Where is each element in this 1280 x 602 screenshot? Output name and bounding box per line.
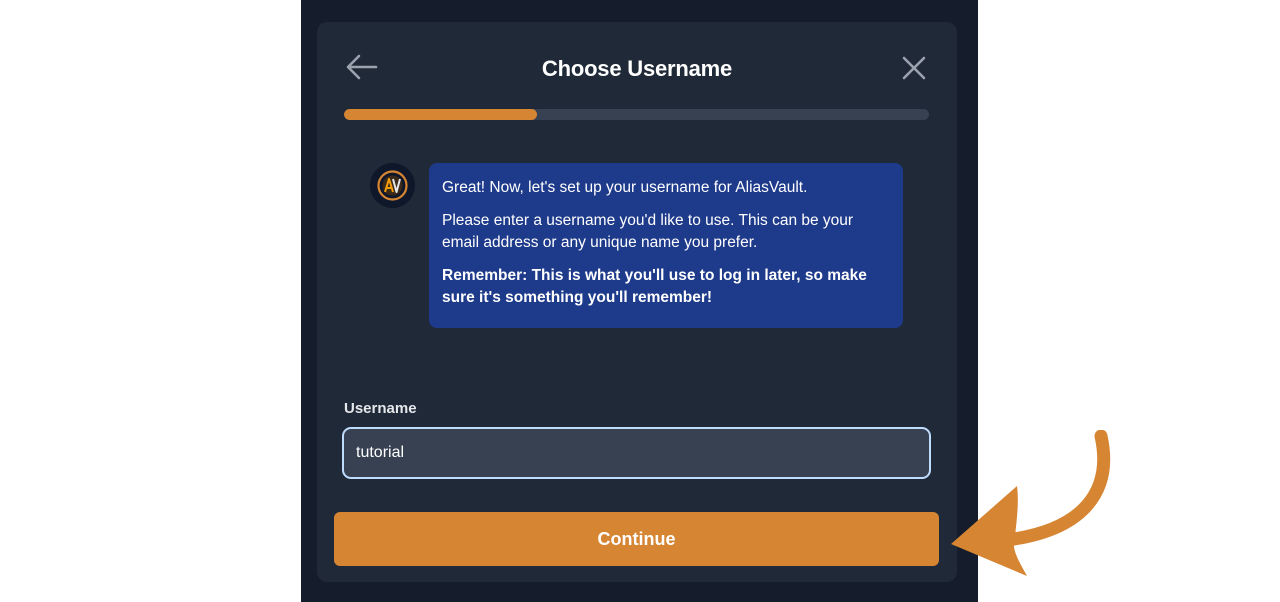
curved-arrow-icon: [951, 430, 1111, 576]
close-button[interactable]: [899, 53, 929, 83]
aliasvault-logo-icon: [370, 163, 415, 208]
message-intro: Great! Now, let's set up your username f…: [442, 179, 808, 196]
close-icon: [902, 56, 926, 80]
username-label: Username: [344, 400, 417, 417]
username-input[interactable]: [342, 427, 931, 479]
message-instructions: Please enter a username you'd like to us…: [442, 212, 854, 251]
progress-bar: [344, 109, 929, 120]
setup-dialog: Choose Username Great! Now, let's set up…: [317, 22, 957, 582]
avatar: [370, 163, 415, 208]
assistant-message-bubble: Great! Now, let's set up your username f…: [429, 163, 903, 328]
progress-bar-fill: [344, 109, 538, 120]
app-frame: Choose Username Great! Now, let's set up…: [301, 0, 978, 602]
continue-button[interactable]: Continue: [334, 512, 939, 566]
dialog-title: Choose Username: [541, 56, 733, 81]
message-reminder: Remember: This is what you'll use to log…: [442, 267, 867, 306]
